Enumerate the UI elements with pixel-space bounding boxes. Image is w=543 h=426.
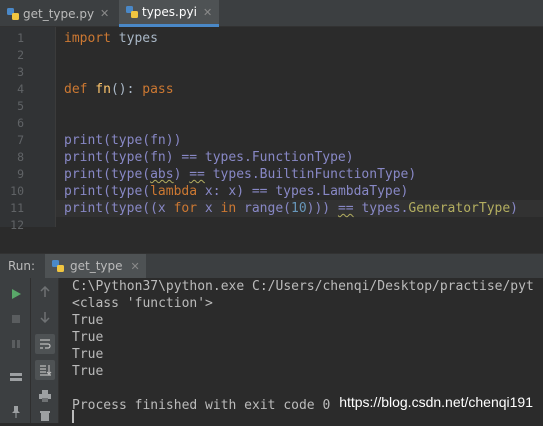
- console-line: C:\Python37\python.exe C:/Users/chenqi/D…: [72, 279, 534, 294]
- line-number: 7: [17, 133, 24, 147]
- code-text: ==: [189, 167, 205, 182]
- console-line: True: [72, 330, 104, 345]
- code-text: print(type((x: [64, 201, 174, 216]
- code-text: GeneratorType: [408, 201, 511, 216]
- text-cursor: [72, 410, 74, 423]
- keyword: import: [64, 31, 111, 46]
- run-toolbar: [0, 278, 31, 423]
- python-stub-file-icon: [125, 5, 139, 19]
- run-tab-get-type[interactable]: get_type ✕: [45, 254, 146, 278]
- code-line-10: print(type(lambda x: x) == types.LambdaT…: [64, 183, 408, 200]
- keyword: for: [173, 201, 198, 216]
- watermark: https://blog.csdn.net/chenqi191: [339, 394, 533, 410]
- line-number: 2: [17, 48, 24, 62]
- code-text: ))): [306, 201, 338, 216]
- close-icon[interactable]: ✕: [203, 6, 212, 19]
- scroll-up-button[interactable]: [35, 282, 55, 302]
- code-line-7: print(type(fn)): [64, 132, 181, 149]
- code-line-4: def fn(): pass: [64, 81, 174, 98]
- rerun-button[interactable]: [6, 284, 26, 304]
- code-text: abs: [150, 167, 174, 182]
- line-number-gutter: 1 2 3 4 5 6 7 8 9 10 11 12: [0, 27, 56, 232]
- line-number: 3: [17, 65, 24, 79]
- line-number: 12: [10, 218, 24, 232]
- console-line: Process finished with exit code 0: [72, 398, 331, 413]
- line-number: 1: [17, 31, 24, 45]
- tab-get-type-py[interactable]: get_type.py ✕: [0, 0, 118, 27]
- line-number: 6: [17, 116, 24, 130]
- pause-button[interactable]: [6, 334, 26, 354]
- close-icon[interactable]: ✕: [131, 260, 140, 273]
- pause-icon: [12, 340, 20, 348]
- code-text: ): [510, 201, 518, 216]
- arrow-up-icon: [40, 286, 50, 297]
- pin-icon: [12, 406, 20, 418]
- editor-tab-bar: get_type.py ✕ types.pyi ✕: [0, 0, 543, 27]
- run-label: Run:: [8, 259, 36, 273]
- layout-button[interactable]: [6, 367, 26, 387]
- code-text: ): [173, 167, 190, 182]
- function-name: fn: [87, 82, 111, 97]
- code-line-11: print(type((x for x in range(10))) == ty…: [56, 200, 543, 217]
- tab-label: get_type.py: [23, 6, 95, 21]
- code-text: print(type(: [64, 184, 151, 199]
- run-tab-label: get_type: [70, 259, 123, 273]
- arrow-down-icon: [40, 312, 50, 323]
- builtin-name: range: [244, 201, 284, 216]
- printer-icon: [39, 390, 51, 402]
- console-line: True: [72, 347, 104, 362]
- code-text: ():: [110, 82, 143, 97]
- code-line-1: import types: [64, 30, 158, 47]
- line-number: 9: [17, 167, 24, 181]
- line-number: 8: [17, 150, 24, 164]
- code-line-8: print(type(fn) == types.FunctionType): [64, 149, 354, 166]
- tab-label: types.pyi: [142, 5, 197, 19]
- python-run-icon: [51, 259, 65, 273]
- code-text: x: x) == types.LambdaType): [197, 184, 409, 199]
- run-tool-window-header: Run: get_type ✕: [0, 253, 543, 278]
- code-text: print(type(: [64, 167, 151, 182]
- code-text: x: [197, 201, 221, 216]
- console-line: True: [72, 364, 104, 379]
- tab-types-pyi[interactable]: types.pyi ✕: [119, 0, 219, 27]
- code-editor[interactable]: 1 2 3 4 5 6 7 8 9 10 11 12 import types …: [0, 27, 543, 232]
- soft-wrap-button[interactable]: [35, 334, 55, 354]
- code-text: types.: [353, 201, 409, 216]
- number-literal: 10: [291, 201, 307, 216]
- code-text: (: [283, 201, 291, 216]
- scroll-to-end-icon: [40, 365, 52, 376]
- clear-all-button[interactable]: [35, 406, 55, 426]
- keyword: def: [64, 82, 88, 97]
- python-file-icon: [6, 7, 20, 21]
- line-number: 5: [17, 99, 24, 113]
- code-text: ==: [337, 201, 354, 216]
- layout-icon: [10, 373, 22, 381]
- console-line: True: [72, 313, 104, 328]
- code-text: print(type(fn)): [64, 133, 182, 148]
- line-number: 11: [10, 201, 24, 215]
- console-toolbar: [31, 278, 59, 423]
- keyword: in: [220, 201, 237, 216]
- line-number: 4: [17, 82, 24, 96]
- console-line: <class 'function'>: [72, 296, 213, 311]
- code-text: types.BuiltinFunctionType): [204, 167, 417, 182]
- line-number: 10: [10, 184, 24, 198]
- code-line-9: print(type(abs) == types.BuiltinFunction…: [64, 166, 416, 183]
- scroll-down-button[interactable]: [35, 307, 55, 327]
- stop-icon: [12, 315, 20, 323]
- soft-wrap-icon: [40, 339, 51, 349]
- print-button[interactable]: [35, 386, 55, 406]
- code-text: types: [110, 31, 158, 46]
- pin-button[interactable]: [6, 402, 26, 422]
- keyword: pass: [142, 82, 174, 97]
- trash-icon: [40, 411, 50, 421]
- play-icon: [12, 289, 21, 299]
- code-text: print(type(fn) == types.FunctionType): [64, 150, 354, 165]
- scroll-to-end-button[interactable]: [35, 360, 55, 380]
- keyword: lambda: [150, 184, 198, 199]
- close-icon[interactable]: ✕: [100, 7, 109, 20]
- stop-button[interactable]: [6, 309, 26, 329]
